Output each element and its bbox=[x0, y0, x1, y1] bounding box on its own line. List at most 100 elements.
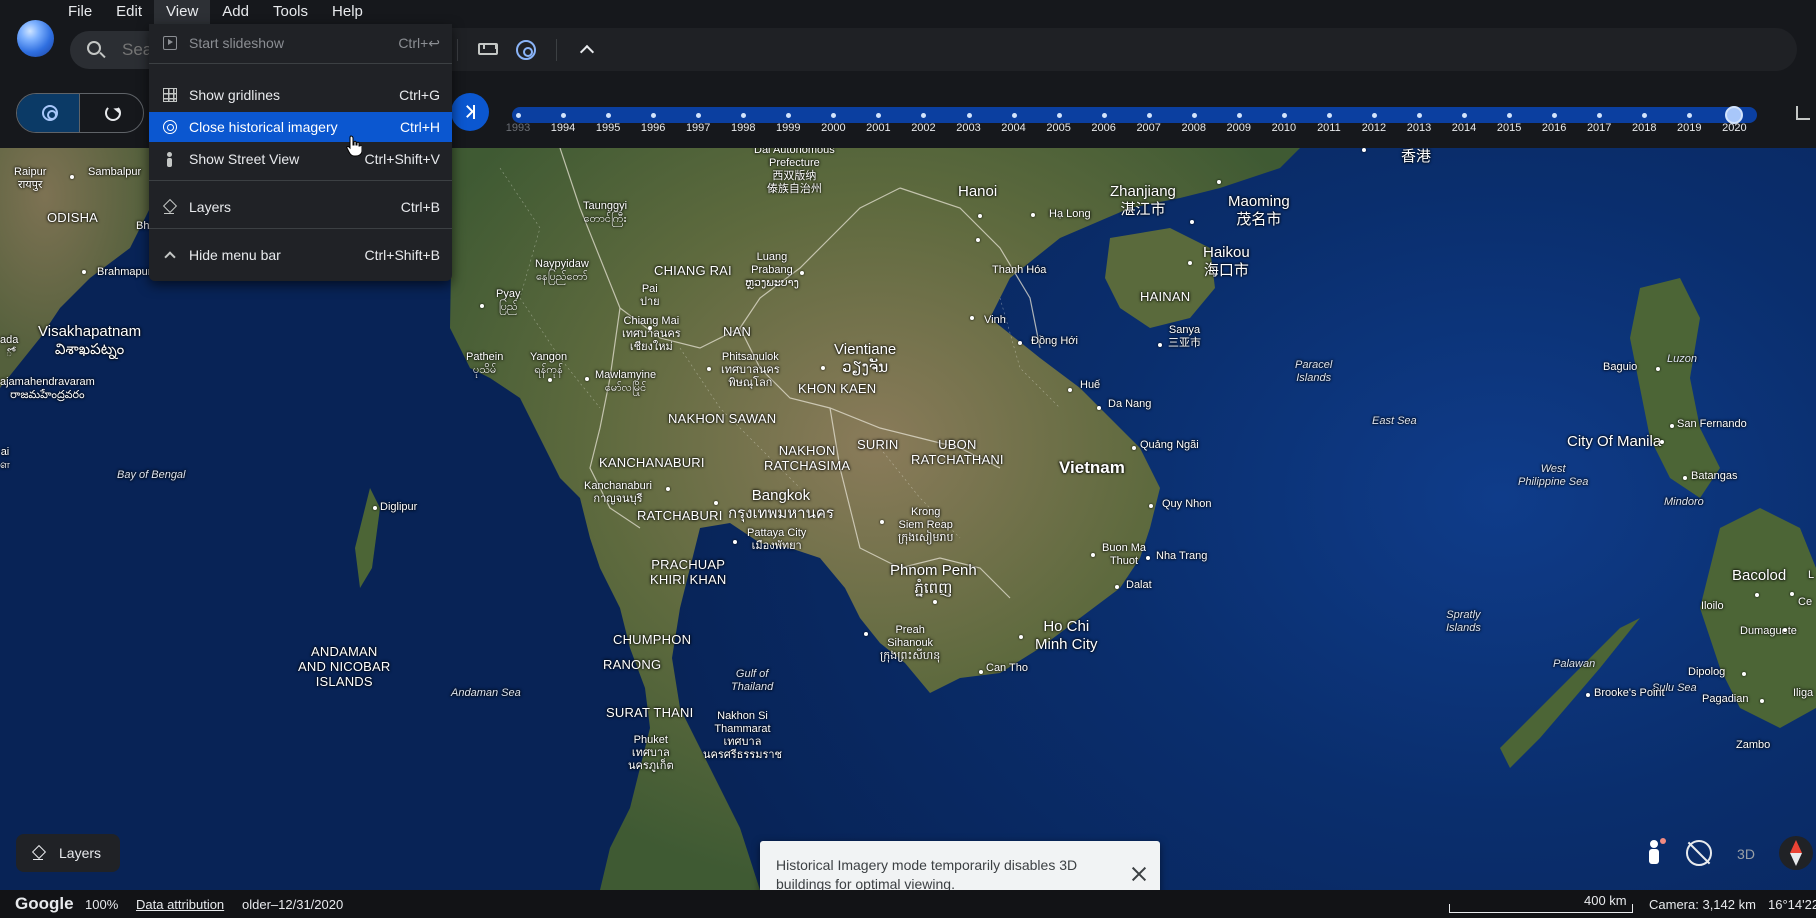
timeline-tick[interactable] bbox=[1552, 113, 1558, 118]
city-marker bbox=[1670, 424, 1674, 428]
timeline-tick[interactable] bbox=[1462, 113, 1468, 118]
timeline-tick[interactable] bbox=[516, 113, 521, 118]
timeline-year-label[interactable]: 2015 bbox=[1489, 122, 1529, 134]
timeline-tick[interactable] bbox=[1281, 113, 1287, 118]
timeline-year-label[interactable]: 2011 bbox=[1309, 122, 1349, 134]
menu-item-shortcut: Ctrl+G bbox=[399, 87, 440, 103]
timeline-year-label[interactable]: 2007 bbox=[1129, 122, 1169, 134]
skip-to-latest-button[interactable] bbox=[451, 93, 489, 131]
timeline-tick[interactable] bbox=[1371, 113, 1377, 118]
timeline-year-label[interactable]: 1997 bbox=[678, 122, 718, 134]
timeline-tick[interactable] bbox=[1417, 113, 1422, 118]
timeline-tick[interactable] bbox=[1597, 113, 1603, 118]
map-place-label: Pattaya City เมืองพัทยา bbox=[747, 527, 807, 552]
timeline-year-label[interactable]: 2000 bbox=[813, 122, 853, 134]
zoom-level: 100% bbox=[85, 897, 119, 912]
three-d-toggle-button[interactable]: 3D bbox=[1728, 839, 1764, 869]
ruler-icon[interactable] bbox=[478, 43, 498, 55]
menu-edit[interactable]: Edit bbox=[104, 0, 154, 24]
menu-item-close-historical-imagery[interactable]: Close historical imagery Ctrl+H bbox=[149, 112, 452, 142]
timeline-year-label[interactable]: 2012 bbox=[1354, 122, 1394, 134]
historical-timeline[interactable]: 1993 1994 1995 1996 1997 1998 1999 2000 2001 2002… bbox=[506, 103, 1757, 143]
timeline-year-label[interactable]: 1999 bbox=[768, 122, 808, 134]
timeline-year-label[interactable]: 1998 bbox=[723, 122, 763, 134]
timeline-tick[interactable] bbox=[696, 113, 702, 118]
timeline-tick[interactable] bbox=[1687, 113, 1693, 118]
menu-item-show-street-view[interactable]: Show Street View Ctrl+Shift+V bbox=[149, 144, 452, 174]
menu-divider bbox=[149, 63, 452, 64]
tilt-disabled-icon[interactable] bbox=[1686, 840, 1712, 866]
timeline-year-label[interactable]: 2002 bbox=[903, 122, 943, 134]
reset-time-button[interactable] bbox=[81, 94, 143, 132]
timeline-tick[interactable] bbox=[606, 113, 612, 118]
timeline-tick[interactable] bbox=[831, 113, 837, 118]
menu-item-layers[interactable]: Layers Ctrl+B bbox=[149, 192, 452, 222]
timeline-year-label[interactable]: 1995 bbox=[588, 122, 628, 134]
city-marker bbox=[1783, 628, 1787, 632]
timeline-year-label[interactable]: 2016 bbox=[1534, 122, 1574, 134]
google-earth-logo[interactable] bbox=[17, 20, 54, 57]
timeline-year-label[interactable]: 2010 bbox=[1264, 122, 1304, 134]
timeline-year-label[interactable]: 2018 bbox=[1624, 122, 1664, 134]
timeline-tick[interactable] bbox=[561, 113, 567, 118]
timeline-year-label[interactable]: 2013 bbox=[1399, 122, 1439, 134]
timeline-year-label[interactable]: 2005 bbox=[1039, 122, 1079, 134]
historical-mode-button[interactable] bbox=[17, 94, 80, 132]
timeline-tick[interactable] bbox=[741, 113, 747, 118]
timeline-year-label[interactable]: 2004 bbox=[994, 122, 1034, 134]
search-input[interactable] bbox=[122, 40, 152, 60]
map-place-label: NAN bbox=[723, 324, 752, 339]
historical-imagery-icon[interactable] bbox=[516, 40, 536, 60]
map-place-label: Haikou 海口市 bbox=[1203, 244, 1250, 279]
history-icon bbox=[163, 120, 177, 134]
timeline-tick[interactable] bbox=[1101, 113, 1107, 118]
map-place-label: ada ో bbox=[0, 334, 19, 359]
timeline-year-label[interactable]: 1993 bbox=[498, 122, 538, 134]
menu-item-show-gridlines[interactable]: Show gridlines Ctrl+G bbox=[149, 80, 452, 110]
timeline-year-label[interactable]: 2008 bbox=[1174, 122, 1214, 134]
menu-help[interactable]: Help bbox=[320, 0, 375, 24]
timeline-year-label[interactable]: 2017 bbox=[1579, 122, 1619, 134]
data-attribution-link[interactable]: Data attribution bbox=[136, 897, 224, 912]
expand-icon[interactable] bbox=[1796, 106, 1810, 120]
map-place-label: Phnom Penh ភ្នំពេញ bbox=[890, 562, 977, 597]
menu-add[interactable]: Add bbox=[210, 0, 261, 24]
timeline-tick[interactable] bbox=[1011, 113, 1017, 118]
land-andaman bbox=[355, 488, 380, 588]
timeline-tick[interactable] bbox=[1191, 113, 1197, 118]
menu-item-start-slideshow[interactable]: Start slideshow Ctrl+↩ bbox=[149, 28, 452, 58]
menu-tools[interactable]: Tools bbox=[261, 0, 320, 24]
chevron-up-icon[interactable] bbox=[578, 41, 596, 59]
timeline-tick[interactable] bbox=[1236, 113, 1242, 118]
city-marker bbox=[1019, 635, 1023, 639]
menu-view[interactable]: View bbox=[154, 0, 211, 24]
timeline-year-label[interactable]: 1994 bbox=[543, 122, 583, 134]
search-box[interactable] bbox=[70, 31, 152, 69]
timeline-year-label[interactable]: 1996 bbox=[633, 122, 673, 134]
timeline-tick[interactable] bbox=[786, 113, 792, 118]
timeline-tick[interactable] bbox=[876, 113, 882, 118]
city-marker bbox=[82, 270, 86, 274]
timeline-tick[interactable] bbox=[1326, 113, 1332, 118]
timeline-tick[interactable] bbox=[651, 113, 657, 118]
map-place-label: Pyay ပြည် bbox=[496, 288, 521, 313]
timeline-tick[interactable] bbox=[1146, 113, 1152, 118]
menu-item-hide-menu-bar[interactable]: Hide menu bar Ctrl+Shift+B bbox=[149, 240, 452, 270]
close-icon[interactable] bbox=[1130, 865, 1148, 883]
timeline-tick[interactable] bbox=[921, 113, 927, 118]
compass-icon[interactable] bbox=[1779, 836, 1813, 870]
layers-button[interactable]: Layers bbox=[16, 834, 120, 872]
timeline-tick[interactable] bbox=[1642, 113, 1648, 118]
map-place-label: Phitsanulok เทศบาลนคร พิษณุโลก bbox=[721, 351, 780, 389]
timeline-year-label[interactable]: 2003 bbox=[949, 122, 989, 134]
timeline-year-label[interactable]: 2001 bbox=[858, 122, 898, 134]
timeline-year-label[interactable]: 2019 bbox=[1669, 122, 1709, 134]
menu-file[interactable]: File bbox=[56, 0, 104, 24]
timeline-tick[interactable] bbox=[1056, 113, 1062, 118]
timeline-year-label[interactable]: 2009 bbox=[1219, 122, 1259, 134]
map-place-label: Preah Sihanouk ក្រុងព្រះសីហនុ bbox=[880, 624, 941, 662]
timeline-tick[interactable] bbox=[1507, 113, 1513, 118]
timeline-year-label[interactable]: 2014 bbox=[1444, 122, 1484, 134]
timeline-tick[interactable] bbox=[966, 113, 972, 118]
timeline-year-label[interactable]: 2006 bbox=[1084, 122, 1124, 134]
